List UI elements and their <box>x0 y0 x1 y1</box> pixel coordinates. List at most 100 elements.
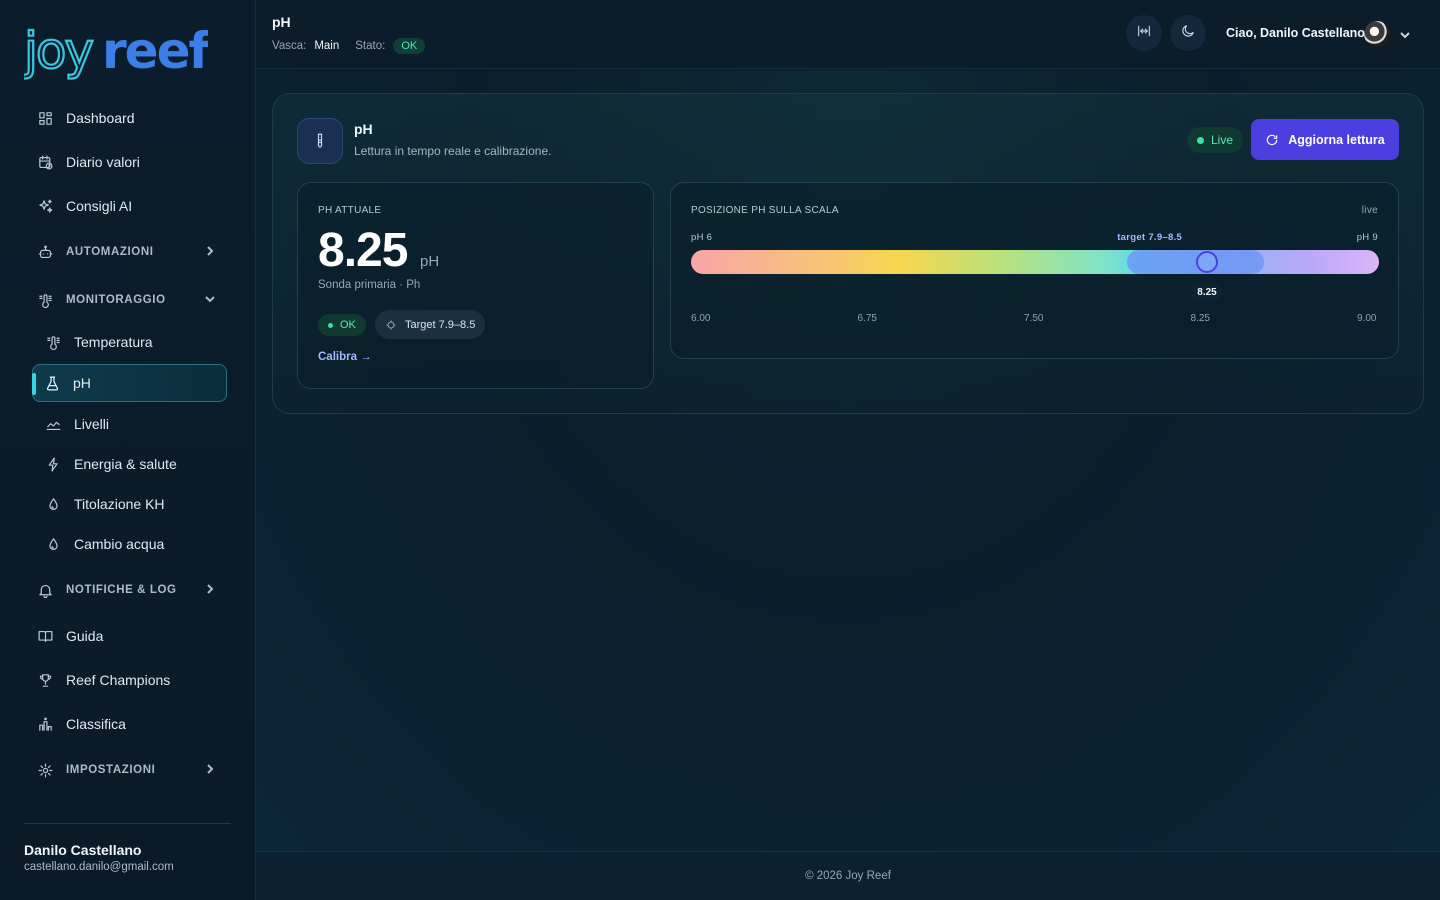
current-ph-panel: PH ATTUALE 8.25 pH Sonda primaria · Ph O… <box>297 182 654 389</box>
drop-icon <box>44 535 62 553</box>
scale-min-label: pH 6 <box>691 232 713 243</box>
joyreef-logo[interactable]: joy reef <box>24 20 208 80</box>
sidebar-divider <box>24 823 231 824</box>
theme-toggle-button[interactable] <box>1170 15 1206 51</box>
sidebar-item-consigli-ai[interactable]: Consigli AI <box>24 186 232 226</box>
moon-icon <box>1180 23 1196 44</box>
sidebar-item-temperatura[interactable]: Temperatura <box>34 322 228 362</box>
status-badge-label: OK <box>340 319 356 331</box>
chevron-right-icon <box>204 583 216 595</box>
sidebar-item-label: Titolazione KH <box>74 496 165 512</box>
status-badge: OK <box>393 38 426 54</box>
current-ph-value: 8.25 <box>318 224 408 277</box>
scale-tick-label: 6.75 <box>857 313 877 324</box>
sidebar-item-dashboard[interactable]: Dashboard <box>24 98 232 138</box>
sidebar-item-reef-champions[interactable]: Reef Champions <box>24 660 232 700</box>
leaderboard-icon <box>36 715 54 733</box>
main-content: pH Lettura in tempo reale e calibrazione… <box>256 70 1440 851</box>
sidebar-group-label: AUTOMAZIONI <box>66 246 154 258</box>
trophy-icon <box>36 671 54 689</box>
sidebar-group-label: IMPOSTAZIONI <box>66 764 156 776</box>
flask-icon <box>43 374 61 392</box>
ph-marker <box>1196 251 1218 273</box>
bell-icon <box>36 581 54 599</box>
bolt-icon <box>44 455 62 473</box>
sidebar-group-label: MONITORAGGIO <box>66 294 166 306</box>
chevron-right-icon <box>204 245 216 257</box>
status-badge: OK <box>318 314 366 336</box>
sidebar: joy reef Dashboard Diario valori Consigl… <box>0 0 256 900</box>
sidebar-item-label: Cambio acqua <box>74 536 165 552</box>
scale-live-label: live <box>1361 205 1378 216</box>
sidebar-item-label: Livelli <box>74 416 110 432</box>
sidebar-item-cambio-acqua[interactable]: Cambio acqua <box>34 524 228 564</box>
status-dot-icon <box>328 322 333 328</box>
sidebar-item-energia-salute[interactable]: Energia & salute <box>34 444 228 484</box>
footer-copyright: © 2026 Joy Reef <box>805 870 891 882</box>
scale-tick-label: 7.50 <box>1024 313 1044 324</box>
ph-card: pH Lettura in tempo reale e calibrazione… <box>272 93 1424 414</box>
refresh-icon <box>1267 134 1278 145</box>
sidebar-user-name: Danilo Castellano <box>24 842 142 858</box>
book-icon <box>36 627 54 645</box>
test-tube-icon <box>297 118 343 164</box>
target-range-label: Target 7.9–8.5 <box>405 318 476 331</box>
status-label: Stato: <box>355 40 386 52</box>
waves-icon <box>44 415 62 433</box>
calendar-clock-icon <box>36 153 54 171</box>
sidebar-item-diario-valori[interactable]: Diario valori <box>24 142 232 182</box>
footer: © 2026 Joy Reef <box>256 851 1440 900</box>
tank-label: Vasca: <box>272 40 307 52</box>
svg-text:reef: reef <box>102 22 208 80</box>
sidebar-item-classifica[interactable]: Classifica <box>24 704 232 744</box>
card-title: pH <box>354 121 373 137</box>
page-meta: Vasca: Main Stato: OK <box>272 38 426 54</box>
sidebar-item-label: Temperatura <box>74 334 153 350</box>
chevron-down-icon <box>204 293 216 305</box>
sidebar-group-notifiche-log[interactable]: NOTIFICHE & LOG <box>24 570 232 610</box>
chevron-down-icon[interactable] <box>1399 28 1411 40</box>
scale-target-label: target 7.9–8.5 <box>1117 232 1183 243</box>
current-ph-label: PH ATTUALE <box>318 205 382 216</box>
top-header: pH Vasca: Main Stato: OK Ciao, Danilo Ca… <box>256 0 1440 69</box>
sidebar-item-livelli[interactable]: Livelli <box>34 404 228 444</box>
scale-tick-label: 6.00 <box>691 313 711 324</box>
target-range-badge: Target 7.9–8.5 <box>375 310 486 339</box>
chevron-right-icon <box>204 763 216 775</box>
sidebar-item-label: pH <box>73 375 91 391</box>
sidebar-item-titolazione-kh[interactable]: Titolazione KH <box>34 484 228 524</box>
dashboard-icon <box>36 109 54 127</box>
sidebar-group-impostazioni[interactable]: IMPOSTAZIONI <box>24 750 232 790</box>
user-greeting[interactable]: Ciao, Danilo Castellano <box>1226 26 1365 40</box>
scale-title: POSIZIONE PH SULLA SCALA <box>691 205 839 216</box>
sidebar-item-ph[interactable]: pH <box>32 364 227 402</box>
sidebar-group-automazioni[interactable]: AUTOMAZIONI <box>24 232 232 272</box>
sidebar-item-label: Consigli AI <box>66 198 133 214</box>
gear-icon <box>36 761 54 779</box>
fit-width-button[interactable] <box>1126 15 1162 51</box>
thermometer-icon <box>36 291 54 309</box>
ph-marker-label: 8.25 <box>1191 285 1223 300</box>
ph-scale-bar <box>691 250 1379 274</box>
sidebar-group-monitoraggio[interactable]: MONITORAGGIO <box>24 280 232 320</box>
fit-width-icon <box>1136 23 1152 44</box>
sidebar-user-email: castellano.danilo@gmail.com <box>24 861 174 873</box>
live-label: Live <box>1211 133 1234 147</box>
thermometer-icon <box>44 333 62 351</box>
probe-name: Sonda primaria · Ph <box>318 279 421 291</box>
refresh-reading-button[interactable]: Aggiorna lettura <box>1251 119 1399 160</box>
sparkles-icon <box>36 197 54 215</box>
live-badge: Live <box>1187 127 1244 153</box>
sidebar-item-label: Diario valori <box>66 154 140 170</box>
page-title: pH <box>272 14 291 30</box>
scale-tick-label: 9.00 <box>1357 313 1377 324</box>
tank-value: Main <box>314 40 340 52</box>
calibrate-link[interactable]: Calibra → <box>318 351 372 363</box>
sidebar-group-label: NOTIFICHE & LOG <box>66 584 177 596</box>
refresh-button-label: Aggiorna lettura <box>1288 132 1385 147</box>
sidebar-item-guida[interactable]: Guida <box>24 616 232 656</box>
sidebar-item-label: Classifica <box>66 716 126 732</box>
avatar[interactable] <box>1364 21 1390 47</box>
ph-scale-panel: POSIZIONE PH SULLA SCALA live pH 6 pH 9 … <box>670 182 1399 359</box>
sidebar-item-label: Reef Champions <box>66 672 171 688</box>
